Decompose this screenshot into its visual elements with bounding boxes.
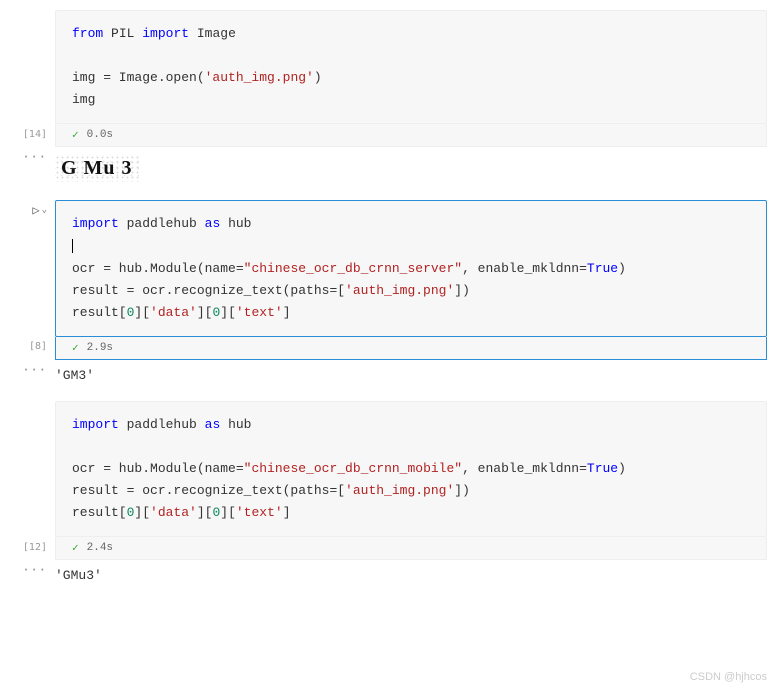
code-text: result[	[72, 505, 127, 520]
run-button-2[interactable]: ▷⌄	[0, 200, 55, 220]
output-2: 'GM3'	[55, 360, 767, 391]
code-text: )	[618, 461, 626, 476]
output-collapse-3[interactable]: ···	[0, 560, 55, 580]
code-text: ])	[454, 283, 470, 298]
string-literal: 'data'	[150, 305, 197, 320]
string-literal: "chinese_ocr_db_crnn_mobile"	[244, 461, 462, 476]
keyword-import: import	[142, 26, 189, 41]
code-text: ]	[283, 305, 291, 320]
code-input-2[interactable]: import paddlehub as hub ocr = hub.Module…	[55, 200, 767, 336]
code-input-1[interactable]: from PIL import Image img = Image.open('…	[55, 10, 767, 124]
module-name: PIL	[111, 26, 134, 41]
text-cursor	[72, 239, 73, 253]
constant: True	[587, 461, 618, 476]
code-input-3[interactable]: import paddlehub as hub ocr = hub.Module…	[55, 401, 767, 537]
code-text: img	[72, 92, 95, 107]
string-literal: 'text'	[236, 505, 283, 520]
output-collapse-2[interactable]: ···	[0, 360, 55, 380]
keyword-from: from	[72, 26, 103, 41]
keyword-as: as	[205, 417, 221, 432]
keyword-import: import	[72, 216, 119, 231]
gutter-spacer	[0, 401, 55, 421]
watermark: CSDN @hjhcos	[690, 671, 767, 683]
exec-label-2: [8]	[0, 337, 55, 357]
status-bar-2: ✓ 2.9s	[55, 337, 767, 360]
exec-label-3: [12]	[0, 537, 55, 557]
output-1: G Mu 3	[55, 147, 767, 190]
string-literal: "chinese_ocr_db_crnn_server"	[244, 261, 462, 276]
string-literal: 'data'	[150, 505, 197, 520]
code-text: result = ocr.recognize_text(paths=[	[72, 483, 345, 498]
play-icon: ▷	[32, 203, 39, 217]
import-name: Image	[197, 26, 236, 41]
keyword-as: as	[205, 216, 221, 231]
exec-label-1: [14]	[0, 124, 55, 144]
gutter-spacer	[0, 10, 55, 30]
alias: hub	[228, 417, 251, 432]
check-icon: ✓	[72, 341, 79, 355]
module-name: paddlehub	[127, 417, 197, 432]
exec-time-3: 2.4s	[87, 542, 113, 554]
output-3: 'GMu3'	[55, 560, 767, 591]
notebook: from PIL import Image img = Image.open('…	[0, 0, 779, 631]
keyword-import: import	[72, 417, 119, 432]
code-text: ]	[283, 505, 291, 520]
string-literal: 'text'	[236, 305, 283, 320]
chevron-down-icon: ⌄	[42, 205, 47, 215]
code-text: ][	[134, 505, 150, 520]
status-bar-1: ✓ 0.0s	[55, 124, 767, 147]
code-text: , enable_mkldnn=	[462, 461, 587, 476]
check-icon: ✓	[72, 128, 79, 142]
code-text: ocr = hub.Module(name=	[72, 261, 244, 276]
module-name: paddlehub	[127, 216, 197, 231]
cell-3: import paddlehub as hub ocr = hub.Module…	[0, 401, 779, 591]
exec-time-2: 2.9s	[87, 342, 113, 354]
code-text: ][	[197, 505, 213, 520]
code-text: result[	[72, 305, 127, 320]
cell-1: from PIL import Image img = Image.open('…	[0, 10, 779, 190]
string-literal: 'auth_img.png'	[345, 483, 454, 498]
code-text: ][	[220, 305, 236, 320]
constant: True	[587, 261, 618, 276]
string-literal: 'auth_img.png'	[205, 70, 314, 85]
code-text: ][	[134, 305, 150, 320]
code-text: result = ocr.recognize_text(paths=[	[72, 283, 345, 298]
status-bar-3: ✓ 2.4s	[55, 537, 767, 560]
cell-2: ▷⌄ import paddlehub as hub ocr = hub.Mod…	[0, 200, 779, 390]
code-text: ][	[220, 505, 236, 520]
alias: hub	[228, 216, 251, 231]
code-text: ])	[454, 483, 470, 498]
code-text: , enable_mkldnn=	[462, 261, 587, 276]
string-literal: 'auth_img.png'	[345, 283, 454, 298]
code-text: )	[314, 70, 322, 85]
exec-time-1: 0.0s	[87, 129, 113, 141]
code-text: )	[618, 261, 626, 276]
code-text: ocr = hub.Module(name=	[72, 461, 244, 476]
check-icon: ✓	[72, 541, 79, 555]
code-text: ][	[197, 305, 213, 320]
code-text: img = Image.open(	[72, 70, 205, 85]
output-collapse-1[interactable]: ···	[0, 147, 55, 167]
captcha-image: G Mu 3	[55, 155, 139, 182]
